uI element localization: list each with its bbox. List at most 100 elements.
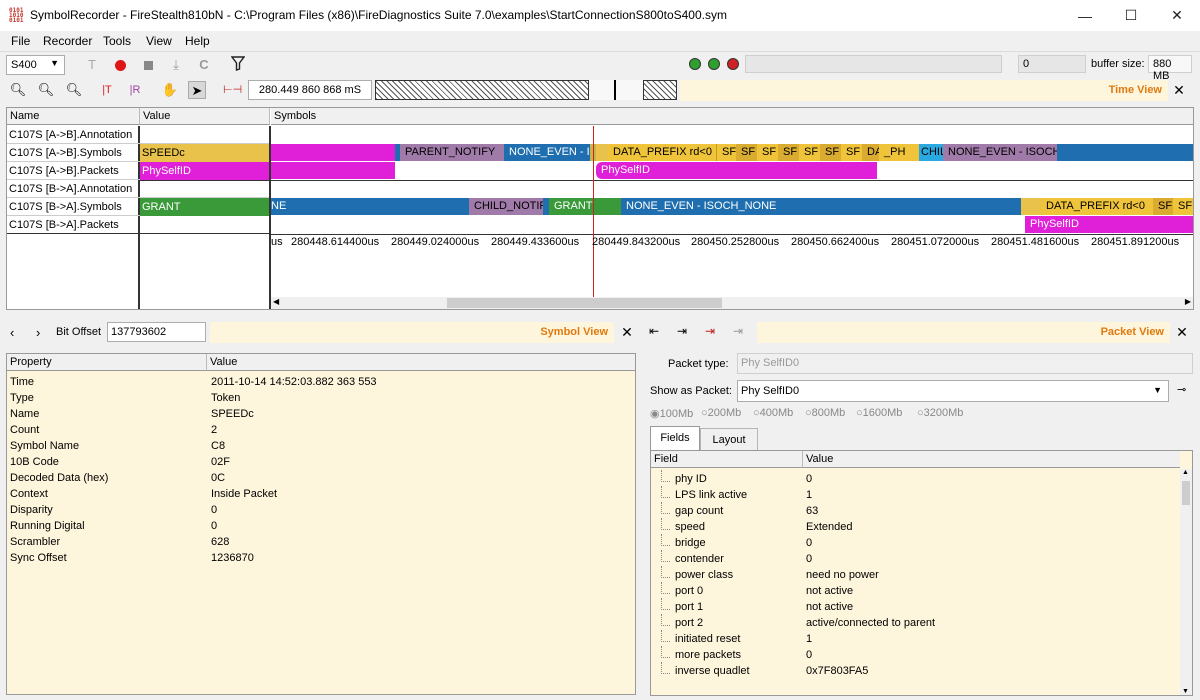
property-column-header[interactable]: Property <box>7 354 207 371</box>
symbol-segment[interactable]: CHILD_NOTIFY/IDENT <box>919 144 943 161</box>
speed-radio[interactable]: ○1600Mb <box>856 407 902 419</box>
menu-view[interactable]: View <box>146 34 172 48</box>
time-cursor-line[interactable] <box>593 126 594 297</box>
symbol-segment[interactable]: CHILD_NOTIFY <box>469 198 543 215</box>
symbol-segment[interactable]: SF <box>1153 198 1173 215</box>
symbol-segment[interactable]: NE <box>271 198 469 215</box>
forward-arrow-icon[interactable]: › <box>36 325 40 340</box>
hand-pan-icon[interactable]: ✋ <box>161 81 179 99</box>
show-as-packet-select[interactable]: Phy SelfID0 ▼ <box>737 380 1169 402</box>
device-select[interactable]: S400 ▼ <box>6 55 65 75</box>
symbol-segment[interactable] <box>271 144 395 161</box>
scrollbar-thumb[interactable] <box>1182 481 1190 505</box>
symbol-segment[interactable]: NONE_EVEN - IS <box>504 144 590 161</box>
symbol-segment[interactable]: SF <box>799 144 820 161</box>
next-packet-icon[interactable]: ⇥ <box>677 324 687 338</box>
scroll-left-icon[interactable]: ◀ <box>273 297 279 306</box>
close-window-button[interactable]: ✕ <box>1154 0 1200 31</box>
symbol-segment[interactable]: SF <box>757 144 778 161</box>
last-packet-icon[interactable]: ⇥ <box>733 324 743 338</box>
pin-icon[interactable]: ⊸ <box>1177 383 1186 396</box>
value-column-header[interactable]: Value <box>207 354 635 371</box>
save-icon[interactable]: ⤓ <box>167 56 185 74</box>
packet-segment[interactable]: PhySelfID <box>1025 216 1193 233</box>
radio-unchecked-icon: ○ <box>701 407 708 419</box>
zoom-out-icon[interactable]: 🔍︎ <box>37 81 55 99</box>
name-column-header[interactable]: Name <box>7 108 140 125</box>
measure-icon[interactable]: ⊢⊣ <box>223 81 242 99</box>
pointer-icon[interactable]: ➤ <box>188 81 206 99</box>
vertical-scrollbar[interactable]: ▲ ▼ <box>1180 469 1192 695</box>
value-column-header[interactable]: Value <box>140 108 270 125</box>
packet-segment[interactable]: PhySelfID <box>596 162 877 179</box>
horizontal-scrollbar[interactable]: ◀ ▶ <box>271 297 1193 309</box>
tab-layout[interactable]: Layout <box>700 428 758 450</box>
close-packet-view-icon[interactable]: ✕ <box>1173 323 1191 341</box>
symbol-segment[interactable]: SF <box>716 144 736 161</box>
goto-reference-icon[interactable]: |R <box>126 81 144 99</box>
waveform-canvas[interactable]: PARENT_NOTIFY NONE_EVEN - IS DATA_PREFIX… <box>271 126 1193 297</box>
packet-segment[interactable] <box>271 162 395 179</box>
symbol-segment[interactable] <box>1057 144 1193 161</box>
clear-icon[interactable]: C <box>195 56 213 74</box>
speed-radio[interactable]: ◉100Mb <box>650 407 693 420</box>
signal-name-row[interactable]: C107S [B->A].Symbols <box>7 198 140 216</box>
record-icon[interactable] <box>111 56 129 74</box>
menu-tools[interactable]: Tools <box>103 34 131 48</box>
menu-recorder[interactable]: Recorder <box>43 34 92 48</box>
filter-icon[interactable] <box>229 56 247 74</box>
menu-help[interactable]: Help <box>185 34 210 48</box>
symbol-segment[interactable]: DATA_PREFIX rd<0 <box>1041 198 1153 215</box>
symbol-segment[interactable] <box>1021 198 1041 215</box>
speed-radio[interactable]: ○200Mb <box>701 407 741 419</box>
symbol-segment[interactable]: PARENT_NOTIFY <box>400 144 504 161</box>
zoom-in-icon[interactable]: 🔍︎ <box>9 81 27 99</box>
tab-fields[interactable]: Fields <box>650 426 700 450</box>
first-packet-icon[interactable]: ⇤ <box>649 324 659 338</box>
symbol-segment[interactable]: _PH <box>879 144 919 161</box>
symbol-segment[interactable]: NONE_EVEN - ISOCH_NONE <box>943 144 1057 161</box>
signal-name-row[interactable]: C107S [A->B].Symbols <box>7 144 140 162</box>
maximize-button[interactable]: ☐ <box>1108 0 1154 31</box>
stop-icon[interactable] <box>139 56 157 74</box>
goto-trigger-icon[interactable]: |T <box>98 81 116 99</box>
scroll-down-icon[interactable]: ▼ <box>1182 688 1189 695</box>
symbol-segment[interactable]: SF <box>1173 198 1193 215</box>
speed-radio[interactable]: ○400Mb <box>753 407 793 419</box>
symbol-segment[interactable]: SF <box>841 144 862 161</box>
zoom-fit-icon[interactable]: 🔍︎ <box>65 81 83 99</box>
field-value: 1 <box>806 489 813 501</box>
symbol-segment[interactable]: NONE_EVEN - ISOCH_NONE <box>621 198 1021 215</box>
scrollbar-thumb[interactable] <box>447 298 722 308</box>
symbol-segment[interactable]: GRANT <box>549 198 621 215</box>
field-value: 63 <box>806 505 819 517</box>
field-value-column-header[interactable]: Value <box>803 451 1180 468</box>
symbol-segment[interactable]: SF <box>820 144 841 161</box>
overview-view-window[interactable] <box>588 80 644 100</box>
symbol-segment[interactable]: SF <box>778 144 799 161</box>
cursor-time-field[interactable]: 280.449 860 868 mS <box>248 80 372 100</box>
time-toolbar: 🔍︎ 🔍︎ 🔍︎ |T |R ✋ ➤ ⊢⊣ 280.449 860 868 mS… <box>0 78 1200 104</box>
signal-name-row[interactable]: C107S [B->A].Packets <box>7 216 140 234</box>
close-time-view-icon[interactable]: ✕ <box>1170 81 1188 99</box>
menu-file[interactable]: File <box>11 34 30 48</box>
symbol-segment[interactable] <box>596 144 608 161</box>
signal-name-row[interactable]: C107S [A->B].Annotation <box>7 126 140 144</box>
symbol-segment[interactable]: DATA_E <box>862 144 879 161</box>
symbol-segment[interactable]: SF <box>736 144 757 161</box>
scroll-up-icon[interactable]: ▲ <box>1182 469 1189 476</box>
symbol-segment[interactable]: DATA_PREFIX rd<0 <box>608 144 716 161</box>
goto-error-icon[interactable]: ⇥ <box>705 324 715 338</box>
bit-offset-input[interactable]: 137793602 <box>107 322 206 342</box>
signal-name-row[interactable]: C107S [A->B].Packets <box>7 162 140 180</box>
show-as-packet-label: Show as Packet: <box>650 385 732 397</box>
speed-radio[interactable]: ○3200Mb <box>917 407 963 419</box>
field-column-header[interactable]: Field <box>651 451 803 468</box>
speed-radio[interactable]: ○800Mb <box>805 407 845 419</box>
minimize-button[interactable]: — <box>1062 0 1108 31</box>
close-symbol-view-icon[interactable]: ✕ <box>618 323 636 341</box>
scroll-right-icon[interactable]: ▶ <box>1185 297 1191 306</box>
back-arrow-icon[interactable]: ‹ <box>10 325 14 340</box>
signal-name-row[interactable]: C107S [B->A].Annotation <box>7 180 140 198</box>
trigger-icon[interactable]: T <box>83 56 101 74</box>
